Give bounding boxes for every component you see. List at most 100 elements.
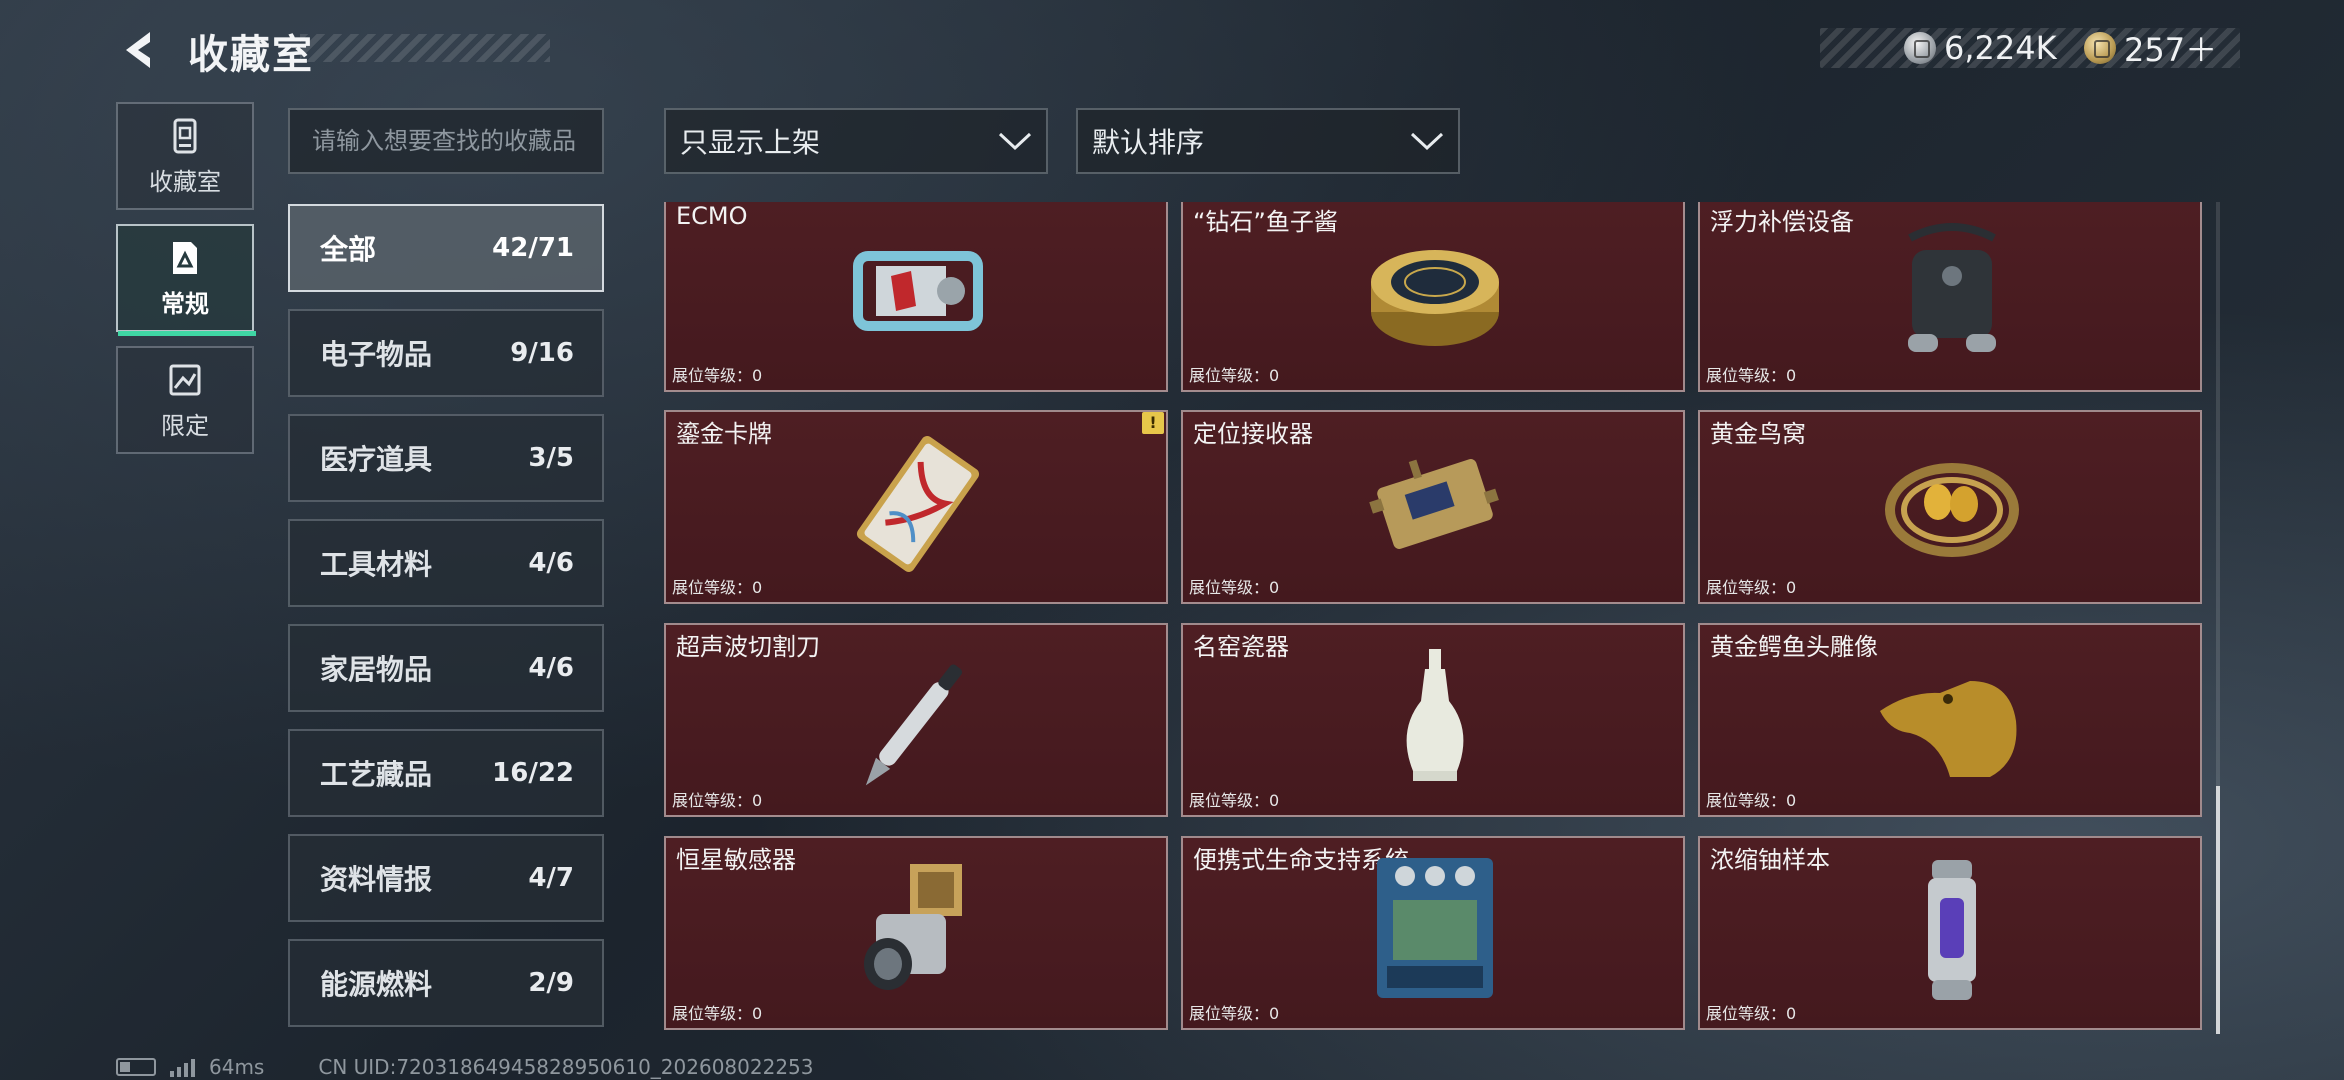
item-name: 鎏金卡牌	[676, 420, 772, 448]
category-all[interactable]: 全部 42/71	[288, 204, 604, 292]
item-card[interactable]: 浮力补偿设备 展位等级：0	[1698, 202, 2202, 392]
silver-coin-icon	[1904, 32, 1936, 64]
booth-level: 展位等级：0	[1706, 366, 1797, 385]
item-card[interactable]: 名窑瓷器 展位等级：0	[1181, 623, 1685, 817]
category-intel[interactable]: 资料情报 4/7	[288, 834, 604, 922]
category-name: 医疗道具	[320, 443, 433, 476]
booth-level: 展位等级：0	[1189, 1004, 1280, 1023]
chevron-down-icon	[998, 132, 1032, 151]
item-card[interactable]: 浓缩铀样本 展位等级：0	[1698, 836, 2202, 1030]
item-name: 定位接收器	[1193, 420, 1313, 448]
category-name: 工艺藏品	[320, 758, 433, 791]
ping-text: 64ms	[209, 1055, 265, 1079]
category-count: 3/5	[528, 443, 574, 473]
item-name: 黄金鳄鱼头雕像	[1710, 633, 1878, 661]
active-tab-indicator	[118, 331, 256, 336]
category-name: 家居物品	[320, 653, 433, 686]
booth-level: 展位等级：0	[672, 578, 763, 597]
life-support-system-icon	[1377, 858, 1493, 998]
category-medical[interactable]: 医疗道具 3/5	[288, 414, 604, 502]
uid-text: CN UID:72031864945828950610_202608022253	[318, 1055, 814, 1079]
locator-receiver-icon	[1369, 459, 1499, 549]
uranium-sample-icon	[1928, 860, 1976, 1000]
filter-dropdown-label: 只显示上架	[680, 126, 821, 159]
star-sensor-icon	[864, 864, 962, 990]
battery-icon	[116, 1058, 156, 1076]
booth-level: 展位等级：0	[672, 791, 763, 810]
item-card[interactable]: 黄金鸟窝 展位等级：0	[1698, 410, 2202, 604]
category-name: 全部	[320, 233, 377, 266]
category-name: 工具材料	[320, 548, 433, 581]
search-input[interactable]	[312, 110, 602, 172]
search-box	[288, 108, 604, 174]
silver-currency-value: 6,224K	[1944, 29, 2057, 67]
side-tab-limited[interactable]: 限定	[116, 346, 254, 454]
item-name: ECMO	[676, 202, 748, 230]
item-card[interactable]: ECMO 展位等级：0	[664, 202, 1168, 392]
gold-coin-icon	[2084, 32, 2116, 64]
booth-level: 展位等级：0	[1706, 578, 1797, 597]
collection-room-icon	[173, 118, 197, 153]
category-count: 42/71	[492, 233, 574, 263]
item-card[interactable]: 黄金鳄鱼头雕像 展位等级：0	[1698, 623, 2202, 817]
golden-nest-icon	[1885, 463, 2019, 557]
gold-currency[interactable]: 257＋	[2084, 30, 2217, 69]
item-card[interactable]: “钻石”鱼子酱 展位等级：0	[1181, 202, 1685, 392]
category-count: 4/6	[528, 548, 574, 578]
porcelain-vase-icon	[1406, 649, 1464, 781]
category-count: 4/7	[528, 863, 574, 893]
category-count: 9/16	[510, 338, 574, 368]
status-bar: 64ms CN UID:72031864945828950610_2026080…	[116, 1054, 814, 1080]
back-button[interactable]	[116, 26, 164, 74]
category-count: 16/22	[492, 758, 574, 788]
category-count: 4/6	[528, 653, 574, 683]
category-electronics[interactable]: 电子物品 9/16	[288, 309, 604, 397]
item-card[interactable]: 定位接收器 展位等级：0	[1181, 410, 1685, 604]
ecmo-machine-icon	[853, 251, 983, 331]
gilded-card-icon	[856, 436, 980, 572]
signal-icon	[170, 1057, 195, 1077]
item-card[interactable]: 鎏金卡牌 ! 展位等级：0	[664, 410, 1168, 604]
limited-item-icon	[169, 364, 201, 395]
item-name: “钻石”鱼子酱	[1193, 208, 1338, 236]
scrollbar-thumb[interactable]	[2216, 786, 2220, 1034]
item-name: 超声波切割刀	[676, 633, 820, 661]
filter-dropdown[interactable]: 只显示上架	[664, 108, 1048, 174]
item-card[interactable]: 超声波切割刀 展位等级：0	[664, 623, 1168, 817]
side-tab-label: 限定	[161, 411, 209, 440]
item-grid[interactable]: ECMO 展位等级：0 “钻石”鱼子酱 展位等级：0 浮力补偿设备 展位等级：0	[662, 202, 2228, 1034]
golden-crocodile-statue-icon	[1880, 681, 2017, 777]
side-tab-collection-room[interactable]: 收藏室	[116, 102, 254, 210]
back-arrow-icon	[126, 32, 150, 68]
booth-level: 展位等级：0	[1706, 791, 1797, 810]
item-card[interactable]: 恒星敏感器 展位等级：0	[664, 836, 1168, 1030]
side-tab-regular[interactable]: 常规	[116, 224, 256, 336]
item-name: 恒星敏感器	[676, 846, 796, 874]
chevron-down-icon	[1410, 132, 1444, 151]
category-fuel[interactable]: 能源燃料 2/9	[288, 939, 604, 1027]
category-name: 能源燃料	[320, 968, 433, 1001]
page-title: 收藏室	[188, 32, 314, 78]
ultrasonic-knife-icon	[865, 664, 963, 786]
silver-currency: 6,224K	[1904, 29, 2057, 67]
item-card[interactable]: 便携式生命支持系统 展位等级：0	[1181, 836, 1685, 1030]
item-name: 浓缩铀样本	[1710, 846, 1830, 874]
sort-dropdown[interactable]: 默认排序	[1076, 108, 1460, 174]
category-name: 电子物品	[320, 338, 433, 371]
category-household[interactable]: 家居物品 4/6	[288, 624, 604, 712]
header: 收藏室 6,224K 257＋	[0, 0, 2344, 100]
category-count: 2/9	[528, 968, 574, 998]
regular-item-icon	[173, 241, 197, 274]
category-crafts[interactable]: 工艺藏品 16/22	[288, 729, 604, 817]
item-name: 名窑瓷器	[1193, 633, 1289, 661]
booth-level: 展位等级：0	[672, 366, 763, 385]
caviar-tin-icon	[1371, 250, 1499, 346]
category-tools[interactable]: 工具材料 4/6	[288, 519, 604, 607]
booth-level: 展位等级：0	[1189, 791, 1280, 810]
item-name: 黄金鸟窝	[1710, 420, 1806, 448]
booth-level: 展位等级：0	[1706, 1004, 1797, 1023]
booth-level: 展位等级：0	[1189, 366, 1280, 385]
sort-dropdown-label: 默认排序	[1092, 126, 1205, 159]
side-tab-label: 常规	[161, 289, 209, 318]
side-tab-label: 收藏室	[149, 167, 221, 196]
